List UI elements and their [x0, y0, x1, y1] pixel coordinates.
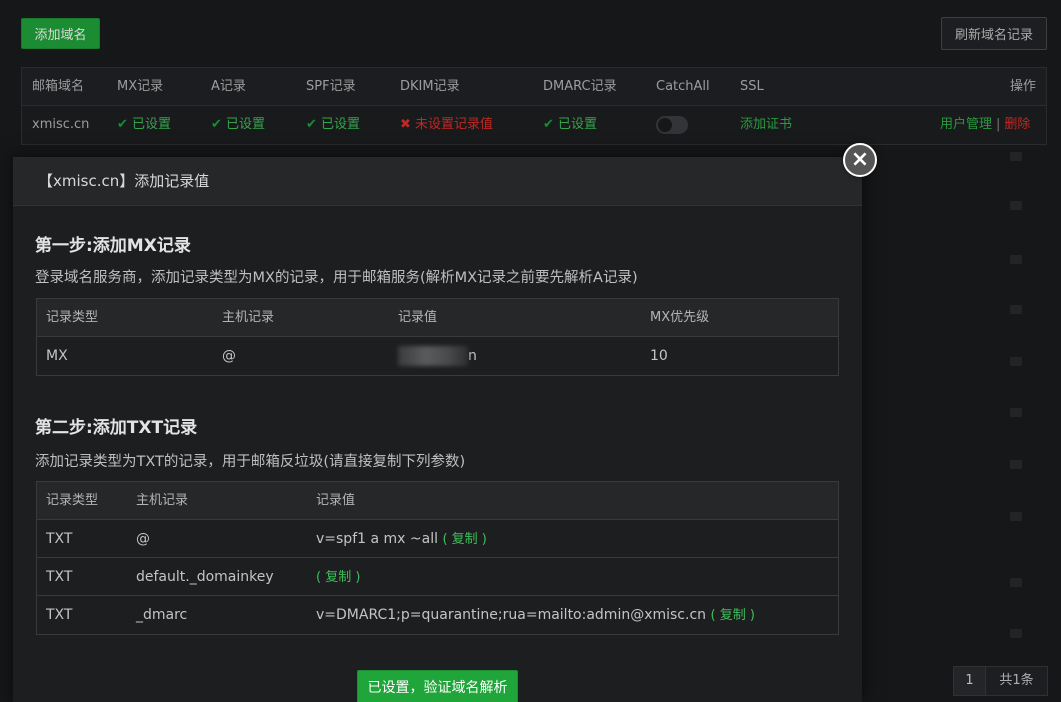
step1-desc: 登录域名服务商，添加记录类型为MX的记录，用于邮箱服务(解析MX记录之前要先解析…	[35, 270, 638, 286]
mx-host: @	[222, 348, 236, 364]
txt-type: TXT	[46, 607, 73, 623]
txt-value: v=DMARC1;p=quarantine;rua=mailto:admin@x…	[316, 607, 707, 623]
txt-header-value: 记录值	[316, 493, 356, 508]
close-icon[interactable]: ×	[843, 143, 877, 177]
txt-header-type: 记录类型	[46, 493, 99, 508]
mx-record-table: 记录类型 主机记录 记录值 MX优先级 MX @ n 10	[36, 298, 839, 376]
copy-button[interactable]: ( 复制 )	[710, 608, 754, 623]
txt-host: _dmarc	[136, 607, 188, 623]
mx-header-priority: MX优先级	[650, 310, 710, 325]
table-row: TXT _dmarc v=DMARC1;p=quarantine;rua=mai…	[37, 596, 838, 634]
mx-header-host: 主机记录	[222, 310, 275, 325]
copy-button[interactable]: ( 复制 )	[442, 532, 486, 547]
modal-title: 【xmisc.cn】添加记录值	[13, 157, 862, 206]
table-row: TXT @ v=spf1 a mx ~all ( 复制 )	[37, 520, 838, 558]
verify-domain-button[interactable]: 已设置，验证域名解析	[357, 670, 518, 702]
txt-host: default._domainkey	[136, 569, 274, 585]
mx-table-header: 记录类型 主机记录 记录值 MX优先级	[37, 299, 838, 337]
txt-value-cell: v=spf1 a mx ~all ( 复制 )	[316, 520, 487, 558]
txt-header-host: 主机记录	[136, 493, 189, 508]
txt-value-cell: v=DMARC1;p=quarantine;rua=mailto:admin@x…	[316, 596, 755, 634]
txt-value: v=spf1 a mx ~all	[316, 531, 438, 547]
txt-record-table: 记录类型 主机记录 记录值 TXT @ v=spf1 a mx ~all ( 复…	[36, 481, 839, 635]
txt-table-header: 记录类型 主机记录 记录值	[37, 482, 838, 520]
table-row: MX @ n 10	[37, 337, 838, 375]
step2-desc: 添加记录类型为TXT的记录，用于邮箱反垃圾(请直接复制下列参数)	[35, 454, 466, 470]
txt-host: @	[136, 531, 150, 547]
add-records-modal: 【xmisc.cn】添加记录值 第一步:添加MX记录 登录域名服务商，添加记录类…	[13, 157, 862, 702]
mx-value: n	[398, 337, 477, 375]
mx-value-suffix: n	[468, 348, 477, 364]
mx-header-value: 记录值	[398, 310, 438, 325]
txt-value-cell: ( 复制 )	[316, 558, 360, 596]
copy-button[interactable]: ( 复制 )	[316, 570, 360, 585]
step1-title: 第一步:添加MX记录	[35, 236, 191, 256]
mx-type: MX	[46, 348, 68, 364]
redacted-value	[398, 346, 468, 366]
mx-header-type: 记录类型	[46, 310, 99, 325]
txt-type: TXT	[46, 569, 73, 585]
mx-priority: 10	[650, 348, 668, 364]
step2-title: 第二步:添加TXT记录	[35, 418, 198, 438]
table-row: TXT default._domainkey ( 复制 )	[37, 558, 838, 596]
txt-type: TXT	[46, 531, 73, 547]
